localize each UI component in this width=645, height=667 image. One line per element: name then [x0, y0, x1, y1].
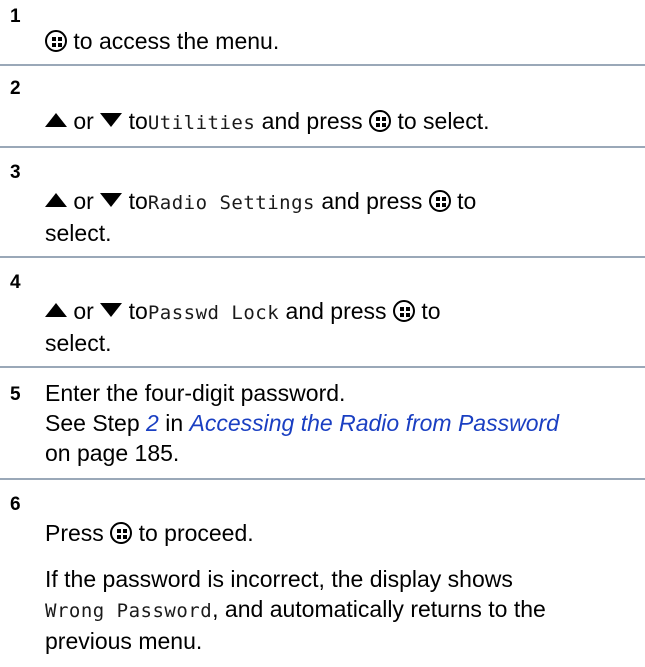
menu-item-name: Passwd Lock — [147, 302, 280, 324]
menu-item-name: Utilities — [147, 112, 256, 134]
step-text: to — [128, 298, 148, 324]
step-number: 1 — [10, 6, 21, 27]
divider — [0, 146, 645, 148]
step-number: 5 — [10, 384, 21, 405]
down-arrow-icon — [100, 113, 123, 127]
menu-ok-button-icon — [45, 30, 67, 52]
step-text: to proceed. — [138, 520, 254, 546]
section-link[interactable]: Accessing the Radio from Password — [190, 410, 559, 436]
step-text: in — [165, 410, 184, 436]
down-arrow-icon — [100, 193, 123, 207]
step-number: 3 — [10, 162, 21, 183]
note-text: previous menu. — [45, 628, 203, 654]
step-text: to — [128, 108, 148, 134]
down-arrow-icon — [100, 303, 123, 317]
menu-ok-button-icon — [369, 110, 392, 132]
step-text: and press — [261, 108, 363, 134]
step-text: See Step — [45, 410, 140, 436]
menu-ok-button-icon — [110, 522, 133, 544]
step-text: or — [73, 188, 94, 214]
display-message: Wrong Password — [45, 600, 213, 622]
up-arrow-icon — [45, 113, 67, 127]
step-text: to access the menu. — [73, 28, 280, 54]
note-text: If the password is incorrect, the displa… — [45, 566, 513, 592]
note-paragraph: If the password is incorrect, the displa… — [45, 564, 637, 656]
up-arrow-icon — [45, 303, 67, 317]
step-number: 6 — [10, 494, 21, 515]
page-reference: on page 185. — [45, 440, 180, 466]
step-text: Enter the four-digit password. — [45, 380, 346, 406]
step-text: and press — [285, 298, 387, 324]
divider — [0, 256, 645, 258]
step-text: Press — [45, 520, 104, 546]
step-text: and press — [321, 188, 423, 214]
step-text: to — [421, 298, 441, 324]
divider — [0, 64, 645, 66]
step-text: or — [73, 108, 94, 134]
step-text: select. — [45, 220, 112, 246]
up-arrow-icon — [45, 193, 67, 207]
step-number: 2 — [10, 78, 21, 99]
menu-item-name: Radio Settings — [147, 192, 315, 214]
menu-ok-button-icon — [392, 300, 415, 322]
step-text: to select. — [397, 108, 490, 134]
step-text: select. — [45, 330, 112, 356]
divider — [0, 478, 645, 480]
divider — [0, 366, 645, 368]
step-text: to — [128, 188, 148, 214]
step-text: or — [73, 298, 94, 324]
note-text: , and automatically returns to the — [212, 596, 546, 622]
step-text: to — [457, 188, 477, 214]
step-number: 4 — [10, 272, 21, 293]
menu-ok-button-icon — [428, 190, 451, 212]
step-link[interactable]: 2 — [146, 410, 159, 436]
